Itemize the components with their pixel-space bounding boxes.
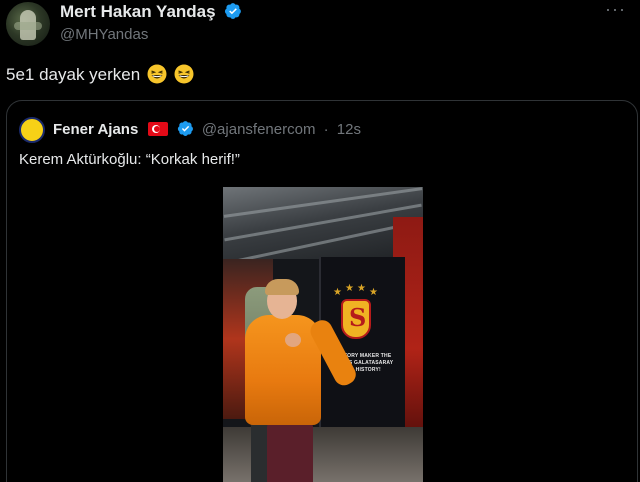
grinning-squinting-face-icon [147, 64, 167, 84]
meta-separator: · [323, 121, 329, 138]
author-avatar[interactable] [6, 2, 50, 46]
star-icon: ★ [369, 287, 378, 298]
quoted-author-header[interactable]: Fener Ajans @ajansfenercom · 12s [53, 120, 361, 138]
quoted-tweet-card[interactable]: Fener Ajans @ajansfenercom · 12s Kerem A… [6, 100, 638, 482]
quoted-author-handle[interactable]: @ajansfenercom [202, 121, 316, 138]
tweet-text: 5e1 dayak yerken [6, 64, 194, 85]
player-hair [265, 279, 299, 295]
author-display-name[interactable]: Mert Hakan Yandaş [60, 2, 242, 22]
turkey-flag-icon [148, 122, 169, 136]
player-pants [267, 423, 313, 482]
quoted-video-thumbnail[interactable]: ★ ★ ★ ★ S HISTORY MAKER THE FACTS GALATA… [223, 187, 423, 482]
verified-badge-icon [177, 121, 193, 136]
crest-letter-icon: S [349, 303, 367, 332]
tweet-text-content: 5e1 dayak yerken [6, 65, 141, 84]
star-icon: ★ [357, 283, 366, 294]
quoted-author-name[interactable]: Fener Ajans [53, 121, 138, 138]
quoted-timestamp[interactable]: 12s [337, 121, 361, 138]
player-hand [285, 333, 301, 347]
grinning-squinting-face-icon [174, 64, 194, 84]
tweet-page: Mert Hakan Yandaş @MHYandas ··· 5e1 daya… [0, 0, 640, 482]
quoted-tweet-text: Kerem Aktürkoğlu: “Korkak herif!” [19, 151, 240, 168]
avatar-figure-shadow [14, 22, 42, 30]
author-name-text[interactable]: Mert Hakan Yandaş [60, 2, 216, 21]
verified-badge-icon [225, 3, 242, 19]
more-options-icon[interactable]: ··· [605, 0, 626, 18]
star-icon: ★ [345, 283, 354, 294]
author-handle[interactable]: @MHYandas [60, 26, 148, 43]
quoted-author-avatar[interactable] [19, 117, 45, 143]
star-icon: ★ [333, 287, 342, 298]
